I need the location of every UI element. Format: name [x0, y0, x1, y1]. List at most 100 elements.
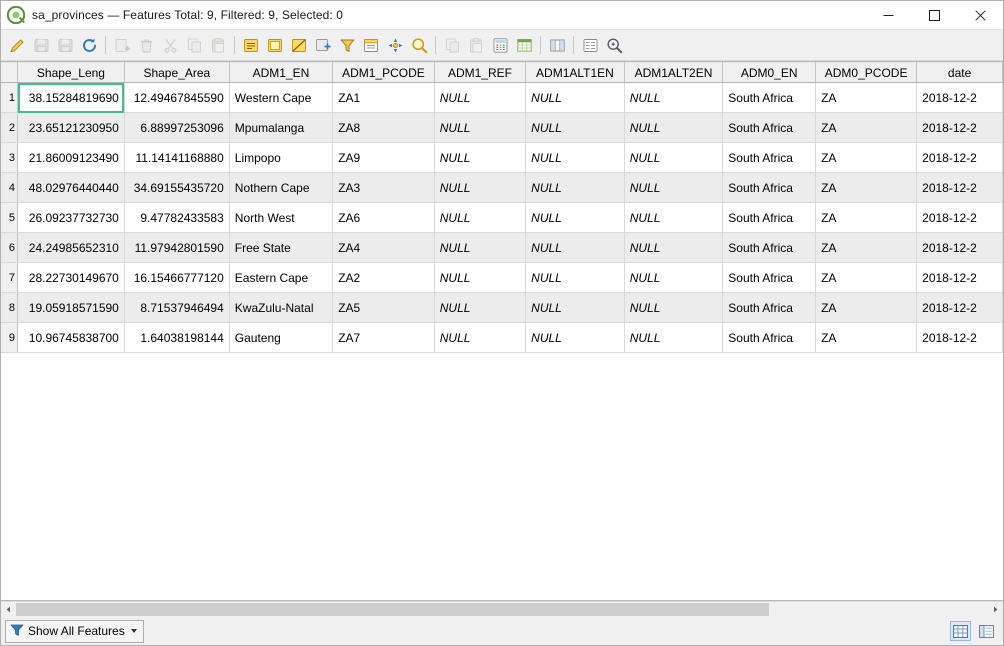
close-button[interactable]	[957, 1, 1003, 29]
cell-adm1_ref[interactable]: NULL	[434, 82, 527, 113]
column-header-adm1alt2en[interactable]: ADM1ALT2EN	[624, 62, 724, 83]
move-selection-top-button[interactable]	[360, 34, 382, 56]
cell-adm1_ref[interactable]: NULL	[434, 262, 527, 293]
cell-adm1_pcode[interactable]: ZA4	[332, 232, 435, 263]
cell-adm0_en[interactable]: South Africa	[722, 112, 817, 143]
horizontal-scrollbar[interactable]	[1, 601, 1003, 617]
cell-adm1_en[interactable]: Nothern Cape	[229, 172, 334, 203]
cell-adm0_en[interactable]: South Africa	[722, 172, 817, 203]
cell-adm1_pcode[interactable]: ZA9	[332, 142, 435, 173]
cell-adm1_pcode[interactable]: ZA6	[332, 202, 435, 233]
cell-date[interactable]: 2018-12-2	[916, 202, 1003, 233]
cell-adm1_en[interactable]: Western Cape	[229, 82, 334, 113]
scroll-left-button[interactable]	[1, 602, 16, 617]
cell-adm0_en[interactable]: South Africa	[722, 202, 817, 233]
cell-adm1_ref[interactable]: NULL	[434, 292, 527, 323]
cell-shape_area[interactable]: 6.88997253096	[124, 112, 230, 143]
conditional-formatting-button[interactable]	[513, 34, 535, 56]
column-header-shape_leng[interactable]: Shape_Leng	[17, 62, 125, 83]
cell-adm1alt2en[interactable]: NULL	[624, 262, 724, 293]
cell-adm1alt1en[interactable]: NULL	[525, 292, 625, 323]
cell-adm1alt1en[interactable]: NULL	[525, 232, 625, 263]
column-header-adm0_pcode[interactable]: ADM0_PCODE	[815, 62, 918, 83]
select-by-expression-button[interactable]	[240, 34, 262, 56]
cell-adm1alt1en[interactable]: NULL	[525, 142, 625, 173]
pan-map-button[interactable]	[384, 34, 406, 56]
cell-adm0_en[interactable]: South Africa	[722, 292, 817, 323]
table-row[interactable]: 7 28.22730149670 16.15466777120 Eastern Cap…	[1, 262, 1003, 293]
cell-adm0_en[interactable]: South Africa	[722, 232, 817, 263]
cell-adm1alt2en[interactable]: NULL	[624, 112, 724, 143]
cell-date[interactable]: 2018-12-2	[916, 82, 1003, 113]
row-number[interactable]: 4	[1, 172, 18, 203]
cell-adm0_en[interactable]: South Africa	[722, 82, 817, 113]
cell-adm1alt1en[interactable]: NULL	[525, 172, 625, 203]
scrollbar-thumb[interactable]	[16, 603, 770, 616]
cell-adm1_pcode[interactable]: ZA3	[332, 172, 435, 203]
cell-adm1_pcode[interactable]: ZA7	[332, 322, 435, 353]
cell-adm1alt2en[interactable]: NULL	[624, 142, 724, 173]
attribute-table[interactable]: Shape_Leng Shape_Area ADM1_EN ADM1_PCODE ADM…	[1, 61, 1003, 601]
cell-adm0_en[interactable]: South Africa	[722, 322, 817, 353]
show-all-features-button[interactable]: Show All Features	[5, 619, 144, 643]
table-row[interactable]: 5 26.09237732730 9.47782433583 North West ZA…	[1, 202, 1003, 233]
cell-adm0_pcode[interactable]: ZA	[815, 112, 918, 143]
cell-adm1alt2en[interactable]: NULL	[624, 172, 724, 203]
cell-adm0_pcode[interactable]: ZA	[815, 262, 918, 293]
cell-shape_leng[interactable]: 21.86009123490	[17, 142, 125, 173]
table-view-button[interactable]	[950, 621, 971, 641]
paste-features-button[interactable]	[207, 34, 229, 56]
field-calculator-button[interactable]	[489, 34, 511, 56]
row-number[interactable]: 8	[1, 292, 18, 323]
table-row[interactable]: 9 10.96745838700 1.64038198144 Gauteng ZA7 NU…	[1, 322, 1003, 353]
cell-adm1alt1en[interactable]: NULL	[525, 82, 625, 113]
cell-adm0_en[interactable]: South Africa	[722, 262, 817, 293]
save-edits-button[interactable]	[30, 34, 52, 56]
cell-shape_leng[interactable]: 38.15284819690	[17, 82, 125, 113]
column-header-date[interactable]: date	[916, 62, 1003, 83]
table-row[interactable]: 8 19.05918571590 8.71537946494 KwaZulu-Nata…	[1, 292, 1003, 323]
zoom-map-button[interactable]	[408, 34, 430, 56]
cell-adm1_ref[interactable]: NULL	[434, 202, 527, 233]
cell-date[interactable]: 2018-12-2	[916, 292, 1003, 323]
column-header-adm1_en[interactable]: ADM1_EN	[229, 62, 334, 83]
column-header-adm1alt1en[interactable]: ADM1ALT1EN	[525, 62, 625, 83]
row-number[interactable]: 3	[1, 142, 18, 173]
column-header-adm1_pcode[interactable]: ADM1_PCODE	[332, 62, 435, 83]
cell-date[interactable]: 2018-12-2	[916, 262, 1003, 293]
cell-date[interactable]: 2018-12-2	[916, 322, 1003, 353]
cell-adm0_pcode[interactable]: ZA	[815, 292, 918, 323]
cell-adm1_pcode[interactable]: ZA5	[332, 292, 435, 323]
cell-shape_area[interactable]: 11.97942801590	[124, 232, 230, 263]
cell-adm0_pcode[interactable]: ZA	[815, 142, 918, 173]
cell-shape_area[interactable]: 16.15466777120	[124, 262, 230, 293]
form-view-button[interactable]	[976, 621, 997, 641]
cell-adm1_pcode[interactable]: ZA2	[332, 262, 435, 293]
cell-date[interactable]: 2018-12-2	[916, 232, 1003, 263]
row-number[interactable]: 2	[1, 112, 18, 143]
cell-adm1_pcode[interactable]: ZA1	[332, 82, 435, 113]
cell-adm1_ref[interactable]: NULL	[434, 322, 527, 353]
cell-shape_leng[interactable]: 26.09237732730	[17, 202, 125, 233]
cell-shape_leng[interactable]: 10.96745838700	[17, 322, 125, 353]
cell-adm1_en[interactable]: Gauteng	[229, 322, 334, 353]
table-row[interactable]: 2 23.65121230950 6.88997253096 Mpumalanga ZA…	[1, 112, 1003, 143]
deselect-all-button[interactable]	[312, 34, 334, 56]
table-row[interactable]: 3 21.86009123490 11.14141168880 Limpopo ZA9 N…	[1, 142, 1003, 173]
minimize-button[interactable]	[865, 1, 911, 29]
cell-adm1_ref[interactable]: NULL	[434, 172, 527, 203]
cell-adm1_en[interactable]: Limpopo	[229, 142, 334, 173]
cell-adm1alt2en[interactable]: NULL	[624, 202, 724, 233]
delete-selected-button[interactable]	[135, 34, 157, 56]
cell-shape_area[interactable]: 11.14141168880	[124, 142, 230, 173]
column-header-adm0_en[interactable]: ADM0_EN	[722, 62, 817, 83]
cell-shape_leng[interactable]: 24.24985652310	[17, 232, 125, 263]
copy-selected-rows-button[interactable]	[441, 34, 463, 56]
select-all-button[interactable]	[264, 34, 286, 56]
table-row[interactable]: 6 24.24985652310 11.97942801590 Free State Z…	[1, 232, 1003, 263]
cell-adm1alt2en[interactable]: NULL	[624, 322, 724, 353]
scrollbar-track[interactable]	[16, 602, 988, 617]
cell-adm1_en[interactable]: Eastern Cape	[229, 262, 334, 293]
cell-adm0_pcode[interactable]: ZA	[815, 82, 918, 113]
organize-columns-button[interactable]	[546, 34, 568, 56]
